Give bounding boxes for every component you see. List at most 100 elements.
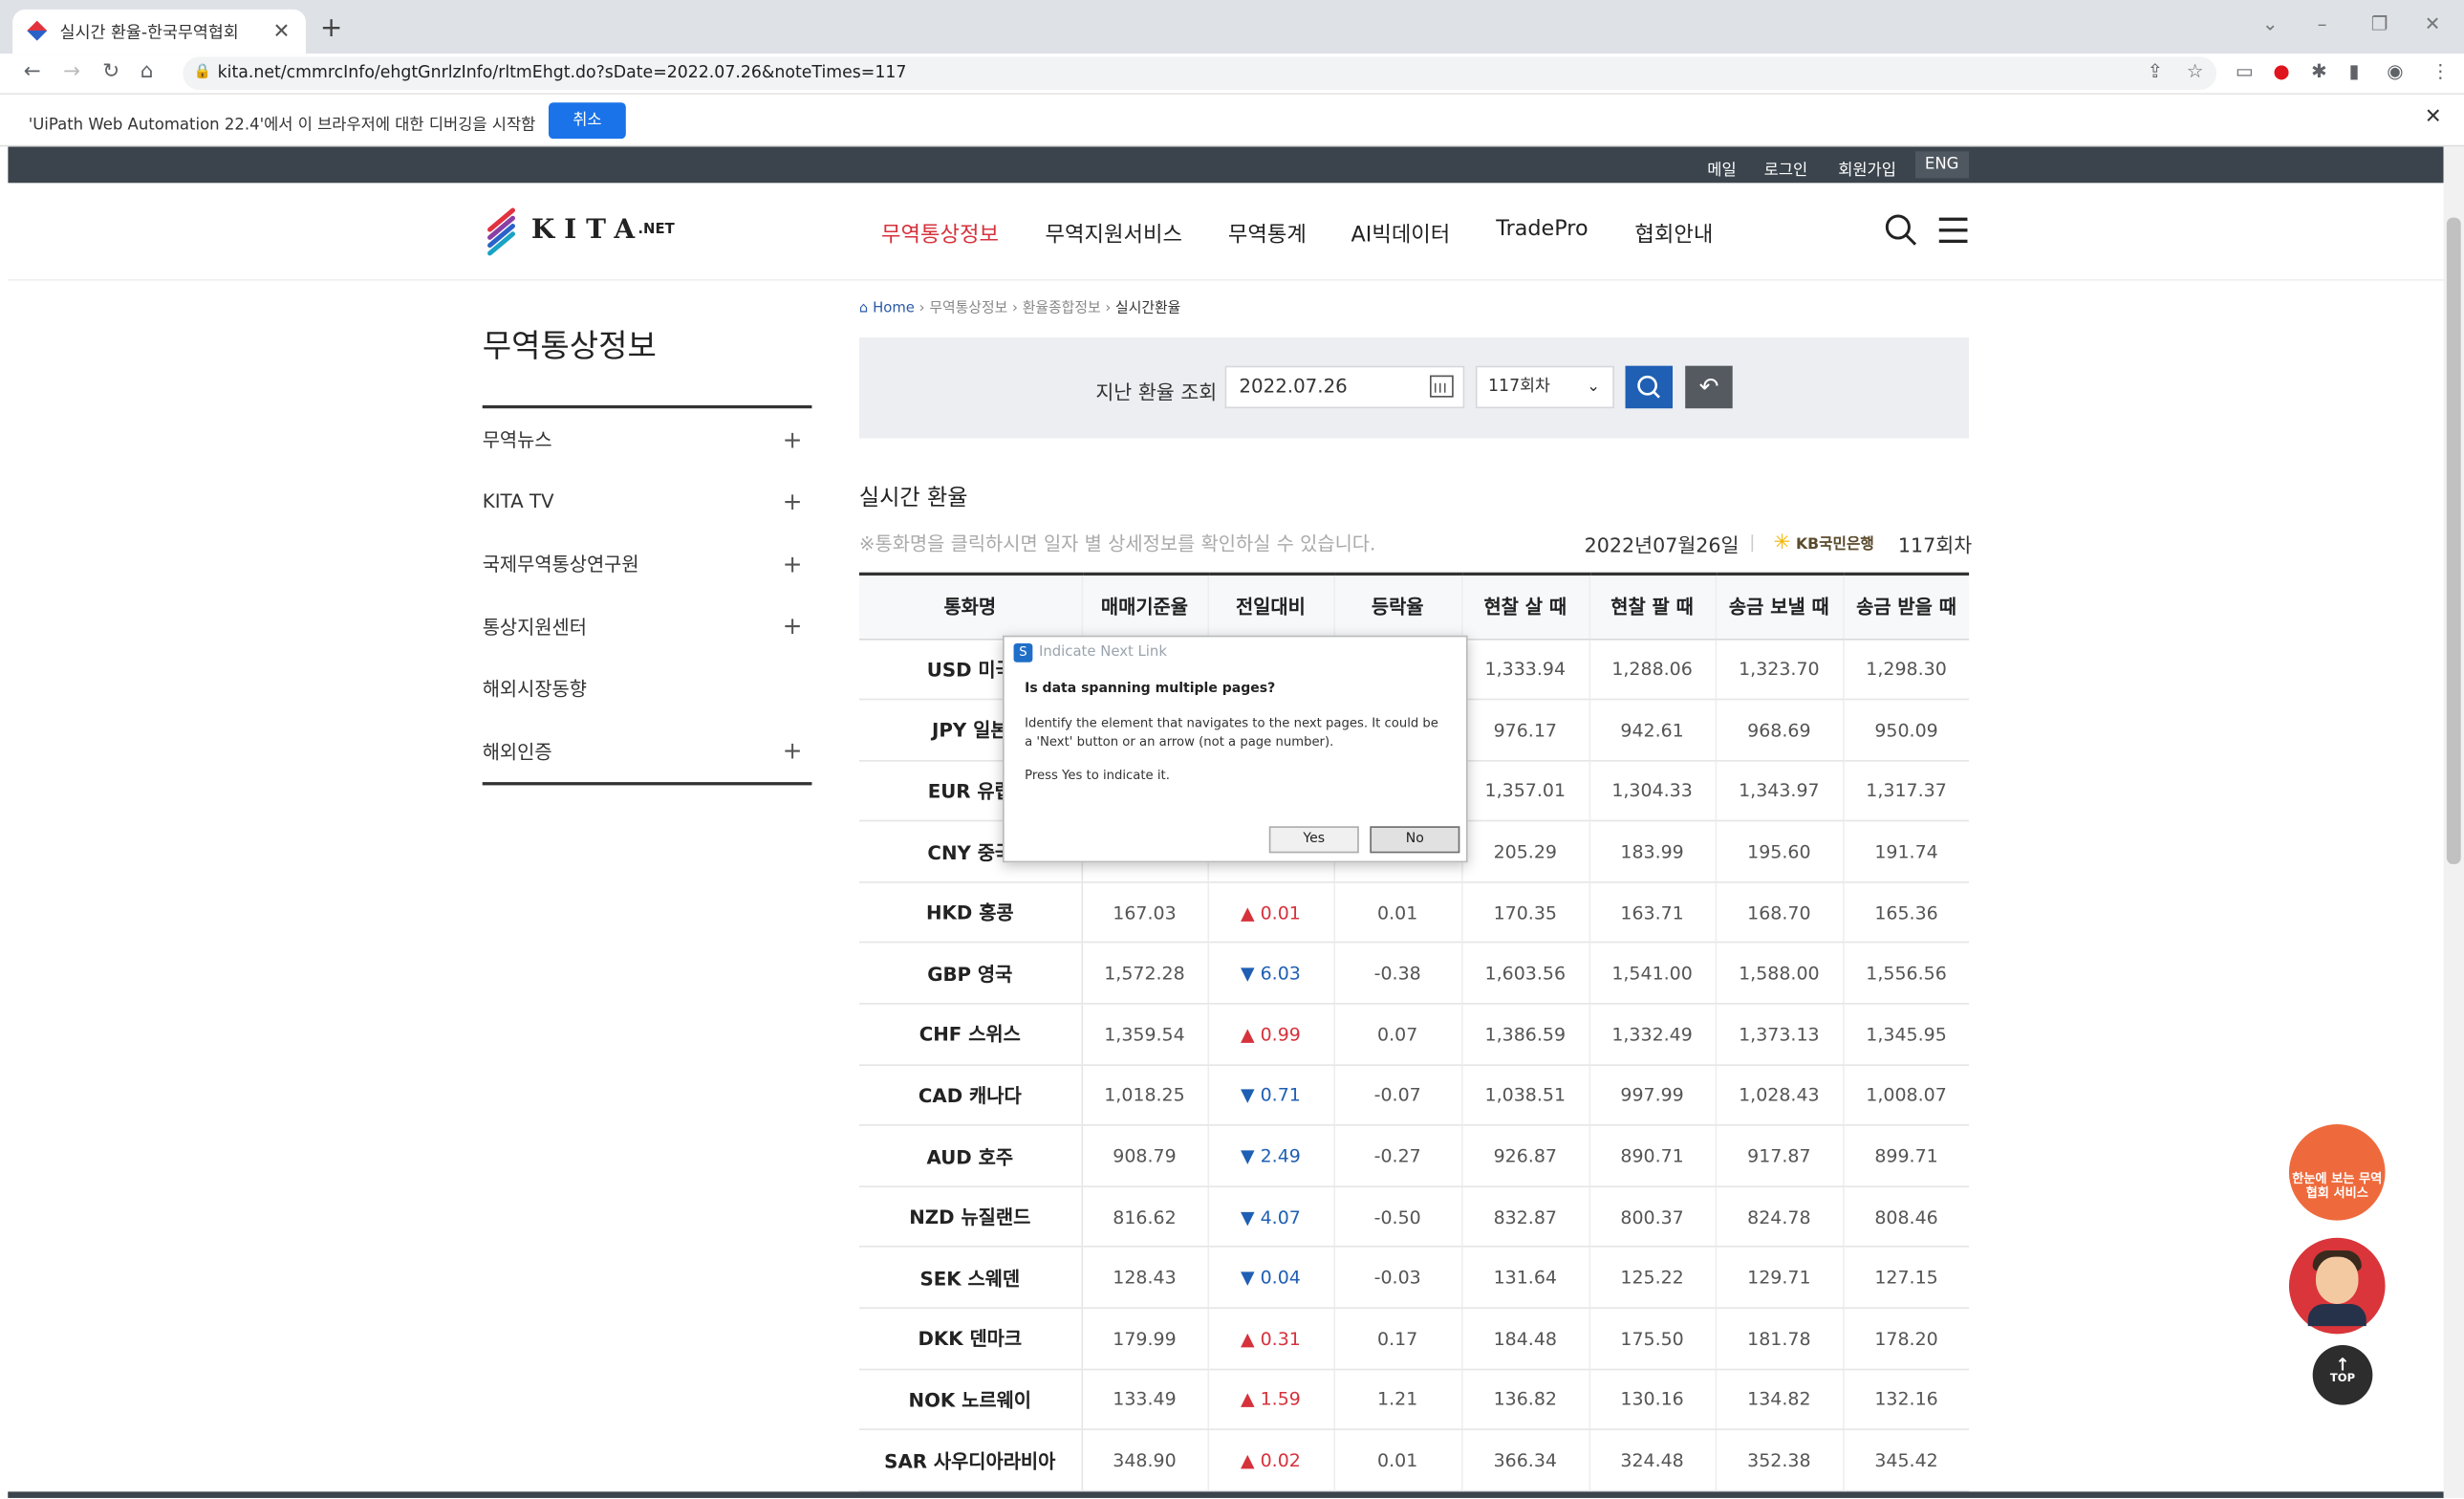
hamburger-menu-icon[interactable] [1938, 217, 1968, 251]
expand-plus-icon[interactable]: + [783, 425, 803, 454]
change-rate-cell: -0.38 [1332, 943, 1461, 1005]
cash-sell-cell: 1,304.33 [1588, 760, 1716, 822]
infobar-close-icon[interactable]: ✕ [2425, 106, 2442, 130]
sidebar-item-trade-news[interactable]: 무역뉴스 + [483, 408, 812, 470]
search-icon[interactable] [1884, 213, 1918, 248]
scrollbar-thumb[interactable] [2446, 217, 2461, 864]
change-value: 2.49 [1260, 1144, 1301, 1167]
kita-logo[interactable]: KITA .NET [481, 206, 675, 257]
profile-avatar-icon[interactable]: ◉ [2387, 60, 2403, 82]
service-overview-label: 한눈에 보는 무역협회 서비스 [2292, 1171, 2383, 1201]
gnb-support-services[interactable]: 무역지원서비스 [1046, 216, 1182, 248]
currency-name-link[interactable]: SAR 사우디아라비아 [858, 1429, 1083, 1492]
puzzle-extensions-icon[interactable]: ✱ [2311, 60, 2327, 82]
login-link[interactable]: 로그인 [1764, 156, 1808, 180]
infobar-cancel-button[interactable]: 취소 [548, 102, 626, 140]
page-scrollbar[interactable] [2443, 146, 2464, 1498]
expand-plus-icon[interactable]: + [783, 488, 803, 516]
currency-name-link[interactable]: NZD 뉴질랜드 [858, 1185, 1083, 1249]
close-tab-icon[interactable]: ✕ [273, 20, 291, 44]
gnb-about[interactable]: 협회안내 [1634, 216, 1713, 248]
breadcrumb-home[interactable]: Home [873, 301, 915, 316]
share-icon[interactable]: ⇪ [2147, 60, 2163, 82]
address-bar[interactable]: 🔒 kita.net/cmmrcInfo/ehgtGnrlzInfo/rltmE… [183, 56, 2217, 91]
currency-name-link[interactable]: HKD 홍콩 [858, 881, 1083, 945]
restore-icon[interactable]: ❐ [2371, 12, 2388, 34]
tab-search-icon[interactable]: ⌄ [2262, 12, 2279, 34]
currency-name-link[interactable]: CAD 캐나다 [858, 1064, 1083, 1127]
expand-plus-icon[interactable]: + [783, 550, 803, 578]
cash-sell-cell: 997.99 [1588, 1064, 1716, 1127]
expand-plus-icon[interactable]: + [783, 737, 803, 766]
browser-tab[interactable]: 실시간 환율-한국무역협회 ✕ [12, 9, 306, 54]
change-rate-cell: -0.27 [1332, 1125, 1461, 1187]
uipath-studio-icon: S [1013, 642, 1033, 663]
opera-icon[interactable]: ● [2273, 60, 2289, 82]
currency-name-link[interactable]: GBP 영국 [858, 943, 1083, 1005]
gnb-tradepro[interactable]: TradePro [1496, 216, 1588, 241]
as-of-date: 2022년07월26일 [1584, 532, 1740, 557]
browser-menu-icon[interactable]: ⋮ [2431, 60, 2450, 82]
sidebar-menu: 무역뉴스 + KITA TV + 국제무역통상연구원 + 통상지원센터 + 해외시장동향… [482, 404, 812, 786]
sidebar-item-trade-support-center[interactable]: 통상지원센터 + [483, 596, 812, 658]
calendar-icon[interactable] [1430, 375, 1454, 398]
new-tab-icon[interactable]: + [320, 12, 343, 44]
gnb-ai-bigdata[interactable]: AI빅데이터 [1351, 216, 1451, 248]
back-icon[interactable]: ← [24, 60, 41, 84]
close-window-icon[interactable]: ✕ [2425, 12, 2441, 34]
reload-icon[interactable]: ↻ [102, 60, 119, 84]
mail-link[interactable]: 메일 [1707, 156, 1736, 180]
bookmark-star-icon[interactable]: ☆ [2187, 60, 2204, 82]
transfer-receive-cell: 178.20 [1842, 1308, 1970, 1370]
cash-buy-cell: 131.64 [1460, 1247, 1589, 1310]
service-overview-button[interactable]: 한눈에 보는 무역협회 서비스 [2288, 1124, 2386, 1221]
history-search-panel: 지난 환율 조회 2022.07.26 117회차 ⌄ ↶ [858, 337, 1970, 439]
currency-name-link[interactable]: SEK 스웨덴 [858, 1247, 1083, 1310]
cash-buy-cell: 926.87 [1460, 1125, 1589, 1187]
side-panel-icon[interactable]: ▮ [2349, 60, 2360, 82]
transfer-send-cell: 1,028.43 [1714, 1064, 1844, 1127]
col-header-base-rate: 매매기준율 [1080, 572, 1208, 640]
col-header-change-rate: 등락율 [1332, 572, 1461, 640]
breadcrumb-home-icon[interactable]: ⌂ [859, 301, 873, 316]
transfer-receive-cell: 899.71 [1842, 1125, 1970, 1187]
change-rate-cell: -0.03 [1332, 1247, 1461, 1310]
base-rate-cell: 133.49 [1080, 1368, 1208, 1431]
change-cell: ▼ 0.04 [1206, 1247, 1334, 1310]
currency-name-link[interactable]: AUD 호주 [858, 1125, 1083, 1187]
transfer-send-cell: 824.78 [1714, 1185, 1844, 1249]
dialog-no-button[interactable]: No [1370, 826, 1460, 854]
forward-icon[interactable]: → [63, 60, 80, 84]
scroll-top-button[interactable]: ↑ TOP [2312, 1344, 2373, 1405]
breadcrumb-level1[interactable]: 무역통상정보 [929, 301, 1007, 316]
transfer-send-cell: 968.69 [1714, 699, 1844, 762]
currency-name-link[interactable]: NOK 노르웨이 [858, 1368, 1083, 1431]
minimize-icon[interactable]: – [2318, 12, 2327, 34]
cash-sell-cell: 163.71 [1588, 881, 1716, 945]
signup-link[interactable]: 회원가입 [1838, 156, 1896, 180]
dialog-yes-button[interactable]: Yes [1268, 826, 1359, 854]
kb-star-icon: ✳ [1773, 531, 1791, 555]
reset-button[interactable]: ↶ [1685, 365, 1733, 409]
sidebar-item-market-trends[interactable]: 해외시장동향 [483, 658, 812, 720]
transfer-receive-cell: 1,345.95 [1842, 1003, 1970, 1066]
kb-bank-logo: ✳ KB국민은행 [1774, 532, 1874, 555]
table-row: AUD 호주 908.79 ▼ 2.49 -0.27 926.87 890.71 917.8… [858, 1125, 1970, 1187]
eng-link[interactable]: ENG [1915, 151, 1969, 179]
sidebar-item-certification[interactable]: 해외인증 + [483, 720, 812, 782]
expand-plus-icon[interactable]: + [783, 612, 803, 641]
chatbot-avatar-button[interactable] [2288, 1237, 2386, 1335]
gnb-trade-info[interactable]: 무역통상정보 [881, 216, 999, 248]
currency-name-link[interactable]: CHF 스위스 [858, 1003, 1083, 1066]
gnb-trade-stats[interactable]: 무역통계 [1228, 216, 1307, 248]
breadcrumb-level2[interactable]: 환율종합정보 [1023, 301, 1101, 316]
base-rate-cell: 1,018.25 [1080, 1064, 1208, 1127]
sidebar-item-research-institute[interactable]: 국제무역통상연구원 + [483, 532, 812, 595]
round-select[interactable]: 117회차 ⌄ [1475, 365, 1614, 409]
extension-icon[interactable]: ▭ [2236, 60, 2254, 82]
home-icon[interactable]: ⌂ [140, 60, 154, 84]
currency-name-link[interactable]: DKK 덴마크 [858, 1308, 1083, 1370]
sidebar-item-kita-tv[interactable]: KITA TV + [483, 470, 812, 532]
date-input[interactable]: 2022.07.26 [1224, 365, 1465, 409]
search-button[interactable] [1625, 365, 1674, 409]
